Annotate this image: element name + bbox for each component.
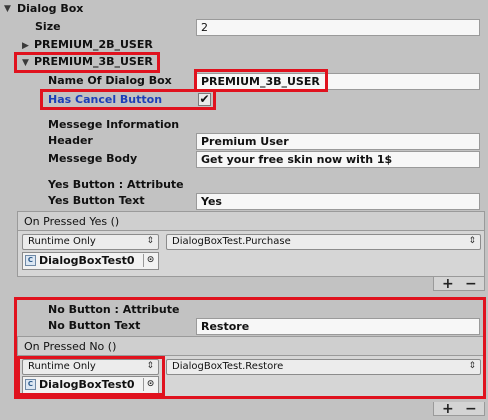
no-event-title: On Pressed No () bbox=[17, 336, 485, 356]
info-header: Messege Information bbox=[48, 118, 180, 131]
yes-object-label: DialogBoxTest0 bbox=[39, 254, 135, 267]
size-field[interactable]: 2 bbox=[196, 19, 480, 36]
no-function-dropdown[interactable]: DialogBoxTest.Restore ⇕ bbox=[166, 359, 481, 375]
no-add-button[interactable]: + bbox=[442, 402, 454, 416]
cancel-label: Has Cancel Button bbox=[48, 93, 163, 106]
no-remove-button[interactable]: − bbox=[465, 402, 477, 416]
dropdown-arrow-icon: ⇕ bbox=[146, 361, 154, 371]
script-icon: C bbox=[25, 379, 36, 390]
dialog-box-header: Dialog Box bbox=[17, 2, 84, 15]
yes-header: Yes Button : Attribute bbox=[48, 178, 184, 191]
no-function-label: DialogBoxTest.Restore bbox=[172, 361, 284, 372]
yes-mode-label: Runtime Only bbox=[28, 236, 96, 247]
no-mode-label: Runtime Only bbox=[28, 361, 96, 372]
target-picker-icon[interactable]: ⊙ bbox=[143, 378, 157, 391]
name-field[interactable]: PREMIUM_3B_USER bbox=[196, 73, 480, 90]
name-label: Name Of Dialog Box bbox=[48, 74, 172, 87]
yes-text-label: Yes Button Text bbox=[48, 194, 145, 207]
no-object-field[interactable]: C DialogBoxTest0 ⊙ bbox=[22, 376, 159, 394]
element-premium-3b[interactable]: PREMIUM_3B_USER bbox=[34, 55, 153, 68]
no-object-label: DialogBoxTest0 bbox=[39, 378, 135, 391]
body-label: Messege Body bbox=[48, 152, 138, 165]
target-picker-icon[interactable]: ⊙ bbox=[143, 254, 157, 267]
dropdown-arrow-icon: ⇕ bbox=[146, 236, 154, 246]
size-label: Size bbox=[35, 20, 61, 33]
no-text-label: No Button Text bbox=[48, 319, 141, 332]
collapse-arrow-icon[interactable]: ▼ bbox=[22, 58, 29, 68]
yes-event-title: On Pressed Yes () bbox=[17, 211, 485, 231]
yes-function-label: DialogBoxTest.Purchase bbox=[172, 236, 291, 247]
dropdown-arrow-icon: ⇕ bbox=[468, 361, 476, 371]
dropdown-arrow-icon: ⇕ bbox=[468, 236, 476, 246]
no-header: No Button : Attribute bbox=[48, 303, 180, 316]
yes-plus-minus-box bbox=[433, 277, 485, 291]
expand-arrow-icon[interactable]: ▶ bbox=[22, 41, 29, 51]
yes-mode-dropdown[interactable]: Runtime Only ⇕ bbox=[22, 234, 159, 250]
cancel-checkbox[interactable]: ✔ bbox=[198, 93, 211, 106]
collapse-arrow-icon[interactable]: ▼ bbox=[4, 4, 11, 14]
yes-text-field[interactable]: Yes bbox=[196, 193, 480, 210]
header-field[interactable]: Premium User bbox=[196, 133, 480, 150]
no-text-field[interactable]: Restore bbox=[196, 318, 480, 335]
yes-remove-button[interactable]: − bbox=[465, 277, 477, 291]
yes-object-field[interactable]: C DialogBoxTest0 ⊙ bbox=[22, 252, 159, 270]
body-field[interactable]: Get your free skin now with 1$ bbox=[196, 151, 480, 168]
element-premium-2b[interactable]: PREMIUM_2B_USER bbox=[34, 38, 153, 51]
yes-function-dropdown[interactable]: DialogBoxTest.Purchase ⇕ bbox=[166, 234, 481, 250]
script-icon: C bbox=[25, 255, 36, 266]
yes-add-button[interactable]: + bbox=[442, 277, 454, 291]
no-plus-minus-box bbox=[433, 402, 485, 416]
no-mode-dropdown[interactable]: Runtime Only ⇕ bbox=[22, 359, 159, 375]
header-label: Header bbox=[48, 134, 93, 147]
